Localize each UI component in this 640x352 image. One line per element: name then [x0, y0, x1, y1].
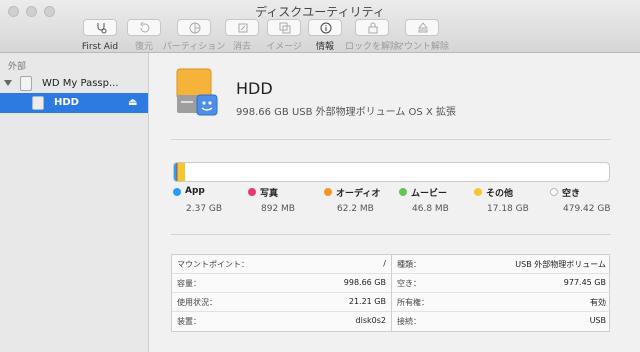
info-value: USB — [589, 316, 606, 325]
info-row: 所有権： 有効 — [392, 293, 611, 312]
restore-icon[interactable] — [127, 19, 161, 36]
usage-bar — [173, 162, 610, 182]
info-key: 所有権： — [397, 298, 429, 307]
disclosure-triangle-icon[interactable] — [4, 80, 12, 86]
hdd-volume-icon — [176, 68, 218, 116]
info-key: 容量： — [177, 279, 201, 288]
eject-icon[interactable]: ⏏ — [128, 97, 137, 108]
legend-category: その他 — [486, 189, 514, 199]
unmount-icon[interactable] — [405, 19, 439, 36]
info-key: 装置： — [177, 317, 201, 326]
info-key: 接続： — [397, 317, 421, 326]
disk-utility-window: ディスクユーティリティ First Aid 復元 パーティション 消去 イメージ 情報 ロッ… — [0, 0, 640, 352]
legend-category: 空き — [562, 189, 581, 199]
volume-detail-pane: HDD 998.66 GB USB 外部物理ボリューム OS X 拡張 App 2… — [149, 53, 640, 352]
legend-size: 479.42 GB — [563, 204, 611, 214]
sidebar-section-external: 外部 — [8, 62, 27, 72]
external-drive-icon — [20, 76, 32, 91]
info-value: / — [383, 259, 386, 268]
legend-color-dot — [248, 188, 256, 196]
legend-size: 62.2 MB — [337, 204, 374, 214]
divider — [171, 234, 611, 235]
usage-segment — [177, 163, 186, 181]
info-key: マウントポイント： — [177, 260, 249, 269]
titlebar: ディスクユーティリティ First Aid 復元 パーティション 消去 イメージ 情報 ロッ… — [0, 0, 640, 53]
info-key: 空き： — [397, 279, 421, 288]
info-row: 容量： 998.66 GB — [172, 274, 391, 293]
legend-color-dot — [324, 188, 332, 196]
info-key: 使用状況： — [177, 298, 217, 307]
info-row: 接続： USB — [392, 312, 611, 331]
info-value: 977.45 GB — [563, 278, 606, 287]
lock-icon[interactable] — [355, 19, 389, 36]
info-value: 有効 — [590, 298, 606, 307]
info-column-left: マウントポイント： / 容量： 998.66 GB 使用状況： 21.21 GB 装置： di… — [172, 255, 391, 331]
sidebar-drive-label: WD My Passp... — [42, 78, 119, 89]
legend-category: ムービー — [411, 189, 448, 199]
volume-title: HDD — [236, 79, 273, 98]
window-title: ディスクユーティリティ — [255, 5, 385, 19]
info-value: disk0s2 — [355, 316, 386, 325]
sidebar-volume-label: HDD — [54, 97, 79, 108]
sidebar-item-drive[interactable]: WD My Passp... — [0, 75, 148, 93]
info-row: 空き： 977.45 GB — [392, 274, 611, 293]
legend-size: 17.18 GB — [487, 204, 529, 214]
legend-color-dot — [399, 188, 407, 196]
toolbar-label: マウント解除 — [394, 42, 449, 52]
info-value: 21.21 GB — [348, 297, 386, 306]
sidebar-item-volume[interactable]: HDD ⏏ — [0, 93, 148, 113]
sidebar: 外部 WD My Passp... HDD ⏏ — [0, 53, 149, 352]
legend-size: 2.37 GB — [186, 204, 223, 214]
info-column-right: 種類： USB 外部物理ボリューム空き： 977.45 GB 所有権： 有効接続： USB — [392, 255, 611, 331]
legend-category: App — [185, 186, 205, 196]
divider — [171, 139, 611, 140]
legend-category: 写真 — [260, 189, 279, 199]
legend-size: 892 MB — [261, 204, 295, 214]
legend-color-dot — [173, 188, 181, 196]
info-value: USB 外部物理ボリューム — [515, 260, 606, 269]
info-row: 使用状況： 21.21 GB — [172, 293, 391, 312]
legend-category: オーディオ — [336, 189, 381, 199]
legend-color-dot — [550, 188, 558, 196]
toolbar-unmount-button[interactable]: マウント解除 — [386, 19, 458, 53]
volume-description: 998.66 GB USB 外部物理ボリューム OS X 拡張 — [236, 107, 456, 118]
info-row: 種類： USB 外部物理ボリューム — [392, 255, 611, 274]
info-row: マウントポイント： / — [172, 255, 391, 274]
info-value: 998.66 GB — [343, 278, 386, 287]
volume-info-table: マウントポイント： / 容量： 998.66 GB 使用状況： 21.21 GB 装置： di… — [171, 254, 611, 332]
info-key: 種類： — [397, 260, 421, 269]
legend-size: 46.8 MB — [412, 204, 449, 214]
info-row: 装置： disk0s2 — [172, 312, 391, 331]
volume-icon — [32, 96, 44, 110]
legend-color-dot — [474, 188, 482, 196]
